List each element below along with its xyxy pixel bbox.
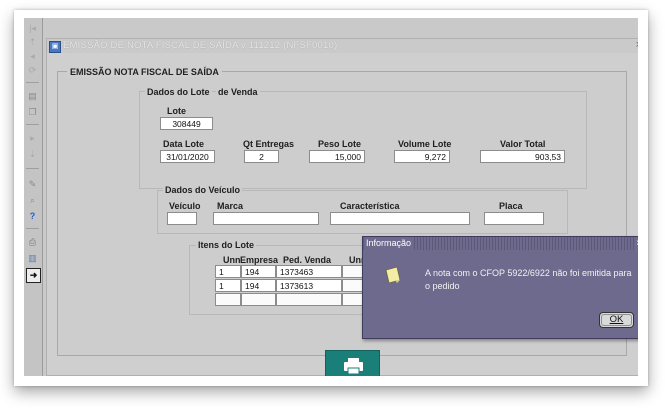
ok-button[interactable]: OK — [599, 312, 634, 328]
dialog-close-icon[interactable]: × — [634, 237, 638, 250]
data-lote-field[interactable]: 31/01/2020 — [160, 150, 215, 163]
prev-block-icon[interactable]: ⇡ — [26, 36, 39, 49]
toolbar-divider — [26, 168, 39, 169]
marca-label: Marca — [217, 201, 244, 211]
print-icon[interactable]: ⎙ — [26, 236, 39, 249]
info-dialog: Informação × A nota com o CFOP 5922/6922… — [362, 236, 638, 339]
veiculo-group-title: Dados do Veículo — [163, 185, 243, 195]
table-cell[interactable]: 1 — [215, 265, 241, 278]
caracteristica-label: Característica — [340, 201, 400, 211]
app-screen: |◂ ⇡ ◂ ⟳ ▤ ❐ ▸ ⇣ ✎ ⌕ ? ⎙ ▥ ➜ ▣ EMISSÃO D… — [24, 18, 638, 376]
caracteristica-field[interactable] — [330, 212, 470, 225]
lote-group-title: Dados do Lote — [145, 87, 212, 97]
next-record-icon[interactable]: ▸ — [26, 132, 39, 145]
dialog-titlebar: Informação × — [363, 237, 638, 250]
trash-icon[interactable]: ▥ — [26, 252, 39, 265]
itens-group-title: Itens do Lote — [196, 240, 256, 250]
lote-label: Lote — [167, 106, 186, 116]
peso-lote-field[interactable]: 15,000 — [309, 150, 365, 163]
col-header-unn: Unn — [223, 255, 241, 265]
qt-entregas-field[interactable]: 2 — [244, 150, 279, 163]
help-icon[interactable]: ? — [26, 210, 39, 223]
table-cell[interactable]: 194 — [241, 279, 276, 292]
col-header-ped-venda: Ped. Venda — [283, 255, 332, 265]
refresh-icon[interactable]: ⟳ — [26, 64, 39, 77]
edit-icon[interactable]: ✎ — [26, 178, 39, 191]
prev-record-icon[interactable]: ◂ — [26, 50, 39, 63]
save-icon[interactable]: ▤ — [26, 90, 39, 103]
valor-total-label: Valor Total — [500, 139, 546, 149]
window-titlebar: ▣ EMISSÃO DE NOTA FISCAL DE SAÍDA v 1112… — [47, 39, 638, 53]
app-icon: ▣ — [49, 41, 61, 53]
exit-icon[interactable]: ➜ — [26, 268, 41, 283]
toolbar-divider — [26, 228, 39, 229]
window-title: EMISSÃO DE NOTA FISCAL DE SAÍDA v 111212… — [63, 40, 338, 51]
first-record-icon[interactable]: |◂ — [26, 22, 39, 35]
table-cell[interactable]: 1373613 — [276, 279, 342, 292]
data-lote-label: Data Lote — [163, 139, 205, 149]
volume-lote-label: Volume Lote — [398, 139, 452, 149]
table-cell[interactable] — [241, 293, 276, 306]
lote-group-title-suffix: de Venda — [216, 87, 260, 97]
ok-button-label: OK — [609, 314, 624, 325]
veiculo-field[interactable] — [167, 212, 197, 225]
printer-icon — [344, 358, 363, 375]
table-cell[interactable] — [215, 293, 241, 306]
peso-lote-label: Peso Lote — [318, 139, 362, 149]
next-block-icon[interactable]: ⇣ — [26, 148, 39, 161]
marca-field[interactable] — [213, 212, 319, 225]
dialog-message: A nota com o CFOP 5922/6922 não foi emit… — [425, 268, 632, 291]
volume-lote-field[interactable]: 9,272 — [394, 150, 450, 163]
lote-field[interactable]: 308449 — [160, 117, 213, 130]
panel-title: EMISSÃO NOTA FISCAL DE SAÍDA — [67, 67, 222, 77]
valor-total-field[interactable]: 903,53 — [480, 150, 565, 163]
print-button[interactable] — [325, 350, 380, 376]
table-cell[interactable]: 194 — [241, 265, 276, 278]
table-cell[interactable] — [276, 293, 342, 306]
toolbar-divider — [26, 124, 39, 125]
window-close-icon[interactable]: × — [636, 39, 638, 51]
qt-entregas-label: Qt Entregas — [243, 139, 295, 149]
veiculo-label: Veículo — [169, 201, 201, 211]
toolbar-divider — [26, 82, 39, 83]
placa-field[interactable] — [484, 212, 544, 225]
copy-icon[interactable]: ❐ — [26, 106, 39, 119]
note-icon — [385, 266, 401, 284]
left-toolbar: |◂ ⇡ ◂ ⟳ ▤ ❐ ▸ ⇣ ✎ ⌕ ? ⎙ ▥ ➜ — [24, 18, 43, 376]
table-cell[interactable]: 1373463 — [276, 265, 342, 278]
table-cell[interactable]: 1 — [215, 279, 241, 292]
main-window: ▣ EMISSÃO DE NOTA FISCAL DE SAÍDA v 1112… — [46, 38, 638, 376]
query-icon[interactable]: ⌕ — [26, 194, 39, 207]
col-header-empresa: Empresa — [240, 255, 279, 265]
dialog-title: Informação — [366, 237, 415, 250]
placa-label: Placa — [499, 201, 523, 211]
screenshot-frame: |◂ ⇡ ◂ ⟳ ▤ ❐ ▸ ⇣ ✎ ⌕ ? ⎙ ▥ ➜ ▣ EMISSÃO D… — [14, 10, 648, 386]
